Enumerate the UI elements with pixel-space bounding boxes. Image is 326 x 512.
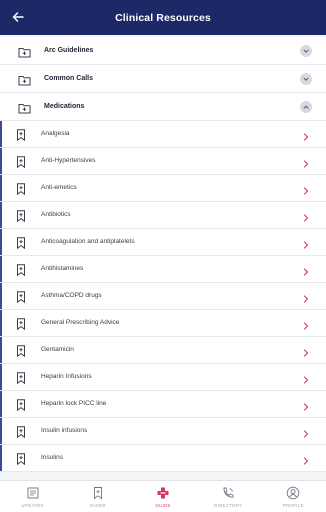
nav-tab-directory[interactable]: DIRECTORY: [196, 481, 261, 512]
bookmark-add-icon[interactable]: [16, 398, 26, 412]
medications-list: Analgesia Anti-Hypertensives Anti-emetics A…: [0, 121, 326, 472]
resource-list[interactable]: Arc Guidelines Common Calls Medications An…: [0, 35, 326, 480]
chevron-right-icon: [302, 237, 310, 249]
item-label: Antibiotics: [41, 211, 71, 218]
list-item[interactable]: Asthma/COPD drugs: [0, 283, 326, 310]
user-icon: [286, 486, 300, 500]
guide-cross-icon: [156, 486, 170, 500]
folder-icon: [18, 45, 31, 58]
item-label: Asthma/COPD drugs: [41, 292, 102, 299]
nav-label: PROFILE: [283, 503, 304, 508]
bookmark-add-icon[interactable]: [16, 344, 26, 358]
list-item[interactable]: Anti-emetics: [0, 175, 326, 202]
nav-label: SAVED: [89, 503, 106, 508]
item-label: Insulins: [41, 454, 64, 461]
folder-icon: [18, 101, 31, 114]
item-label: Anticoagulation and antiplatelets: [41, 238, 135, 245]
nav-tab-guide[interactable]: GUIDE: [130, 481, 195, 512]
phone-icon: [221, 486, 235, 500]
list-item[interactable]: Antihistamines: [0, 256, 326, 283]
chevron-down-icon[interactable]: [300, 45, 312, 57]
item-accent: [0, 283, 2, 309]
bookmark-add-icon[interactable]: [16, 425, 26, 439]
nav-tab-saved[interactable]: SAVED: [65, 481, 130, 512]
list-item[interactable]: Anticoagulation and antiplatelets: [0, 229, 326, 256]
section-common-calls[interactable]: Common Calls: [0, 65, 326, 93]
bookmark-add-icon[interactable]: [16, 371, 26, 385]
list-item[interactable]: Heparin lock PICC line: [0, 391, 326, 418]
back-arrow-icon: [12, 12, 24, 22]
item-accent: [0, 445, 2, 471]
list-item[interactable]: Antibiotics: [0, 202, 326, 229]
item-label: Anti-emetics: [41, 184, 77, 191]
page-title: Clinical Resources: [115, 11, 211, 24]
item-accent: [0, 418, 2, 444]
bookmark-add-icon[interactable]: [16, 128, 26, 142]
bookmark-add-icon[interactable]: [16, 182, 26, 196]
app-header: Clinical Resources: [0, 0, 326, 35]
chevron-right-icon: [302, 210, 310, 222]
item-accent: [0, 121, 2, 147]
item-label: Gentamicin: [41, 346, 74, 353]
nav-label: GUIDE: [155, 503, 171, 508]
chevron-right-icon: [302, 372, 310, 384]
item-accent: [0, 337, 2, 363]
updates-icon: [26, 486, 40, 500]
nav-label: UPDATES: [21, 503, 44, 508]
item-label: General Prescribing Advice: [41, 319, 120, 326]
item-accent: [0, 175, 2, 201]
chevron-right-icon: [302, 426, 310, 438]
chevron-right-icon: [302, 183, 310, 195]
chevron-right-icon: [302, 291, 310, 303]
item-accent: [0, 364, 2, 390]
item-accent: [0, 310, 2, 336]
bookmark-add-icon[interactable]: [16, 317, 26, 331]
item-accent: [0, 391, 2, 417]
list-item[interactable]: Analgesia: [0, 121, 326, 148]
item-accent: [0, 148, 2, 174]
bookmark-add-icon[interactable]: [16, 290, 26, 304]
chevron-right-icon: [302, 129, 310, 141]
item-label: Heparin Infusions: [41, 373, 92, 380]
chevron-right-icon: [302, 264, 310, 276]
section-arc-guidelines[interactable]: Arc Guidelines: [0, 37, 326, 65]
chevron-right-icon: [302, 156, 310, 168]
bookmark-add-icon[interactable]: [16, 236, 26, 250]
list-item[interactable]: Anti-Hypertensives: [0, 148, 326, 175]
chevron-right-icon: [302, 453, 310, 465]
item-accent: [0, 229, 2, 255]
bookmark-icon: [91, 486, 105, 500]
back-button[interactable]: [7, 7, 29, 27]
item-label: Heparin lock PICC line: [41, 400, 107, 407]
bookmark-add-icon[interactable]: [16, 155, 26, 169]
chevron-up-icon[interactable]: [300, 101, 312, 113]
bookmark-add-icon[interactable]: [16, 209, 26, 223]
chevron-down-icon[interactable]: [300, 73, 312, 85]
list-item[interactable]: Insulin infusions: [0, 418, 326, 445]
chevron-right-icon: [302, 399, 310, 411]
item-label: Antihistamines: [41, 265, 84, 272]
section-label: Common Calls: [44, 75, 94, 82]
list-item[interactable]: Insulins: [0, 445, 326, 472]
chevron-right-icon: [302, 345, 310, 357]
nav-tab-profile[interactable]: PROFILE: [261, 481, 326, 512]
list-item[interactable]: General Prescribing Advice: [0, 310, 326, 337]
bookmark-add-icon[interactable]: [16, 452, 26, 466]
bottom-navigation: UPDATES SAVED GUIDE DIRECTORY PROFILE: [0, 480, 326, 512]
item-accent: [0, 202, 2, 228]
item-label: Anti-Hypertensives: [41, 157, 96, 164]
item-accent: [0, 256, 2, 282]
chevron-right-icon: [302, 318, 310, 330]
nav-tab-updates[interactable]: UPDATES: [0, 481, 65, 512]
section-label: Arc Guidelines: [44, 47, 94, 54]
bookmark-add-icon[interactable]: [16, 263, 26, 277]
folder-icon: [18, 73, 31, 86]
section-medications[interactable]: Medications: [0, 93, 326, 121]
list-item[interactable]: Heparin Infusions: [0, 364, 326, 391]
item-label: Analgesia: [41, 130, 70, 137]
list-item[interactable]: Gentamicin: [0, 337, 326, 364]
nav-label: DIRECTORY: [214, 503, 243, 508]
item-label: Insulin infusions: [41, 427, 88, 434]
section-label: Medications: [44, 103, 85, 110]
